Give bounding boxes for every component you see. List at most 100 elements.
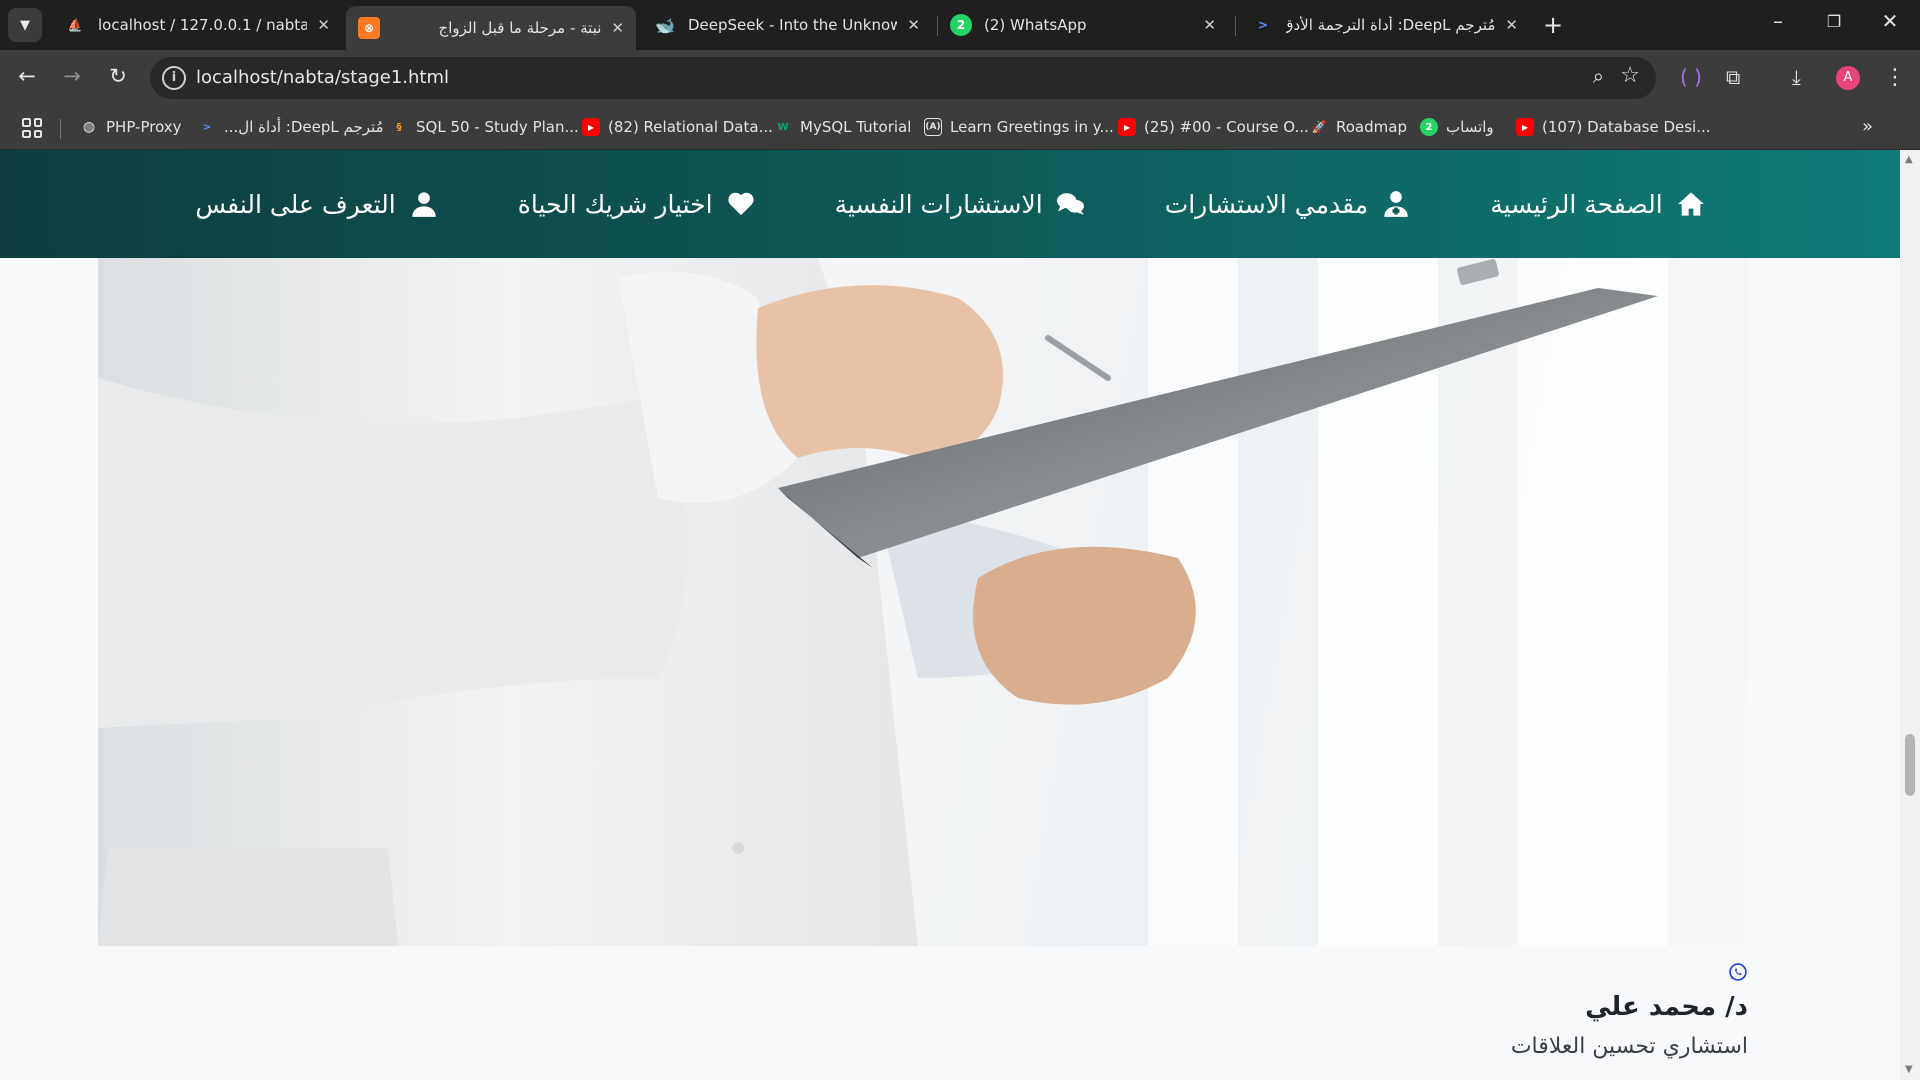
bookmark-label: مُترجم DeepL: أداة ال... — [224, 118, 384, 136]
bookmark-roadmap[interactable]: 🚀 Roadmap — [1310, 118, 1407, 136]
tab-nabta[interactable]: ⊗ نبتة - مرحلة ما قبل الزواج ✕ — [346, 6, 636, 50]
nav-label: التعرف على النفس — [195, 189, 396, 219]
apps-grid-icon[interactable] — [22, 118, 42, 138]
tab-deepl[interactable]: > مُترجم DeepL: أداة الترجمة الأدق ✕ — [1240, 6, 1530, 44]
page-viewport: التعرف على النفس اختيار شريك الحياة الاس… — [0, 150, 1920, 1080]
doctor-with-clipboard-photo — [98, 258, 1668, 946]
bookmark-relational-data[interactable]: ▶ (82) Relational Data... — [582, 118, 773, 136]
bookmark-label: (107) Database Desi... — [1542, 118, 1711, 136]
new-tab-button[interactable]: + — [1543, 12, 1563, 38]
extensions-puzzle-icon[interactable]: ⧉ — [1726, 65, 1740, 89]
youtube-icon: ▶ — [582, 118, 600, 136]
bookmarks-bar: ◍ PHP-Proxy > مُترجم DeepL: أداة ال... §… — [0, 106, 1920, 150]
back-button[interactable]: ← — [12, 64, 42, 88]
tab-phpmyadmin[interactable]: ⛵ localhost / 127.0.0.1 / nabta_db ✕ — [52, 6, 342, 44]
extension-icon[interactable]: ( ) — [1680, 65, 1702, 89]
heart-icon — [727, 192, 754, 216]
bookmark-label: SQL 50 - Study Plan... — [416, 118, 579, 136]
xampp-icon: ⊗ — [358, 17, 380, 39]
globe-icon: ◍ — [82, 119, 96, 135]
nav-self-knowledge[interactable]: التعرف على النفس — [195, 190, 437, 219]
bookmark-learn-greetings[interactable]: (A) Learn Greetings in y... — [924, 118, 1114, 136]
scrollbar-thumb[interactable] — [1905, 734, 1915, 796]
bookmark-label: واتساب — [1446, 118, 1494, 136]
tab-title: (2) WhatsApp — [984, 16, 1087, 34]
bookmark-database-design[interactable]: ▶ (107) Database Desi... — [1516, 118, 1711, 136]
youtube-icon: ▶ — [1516, 118, 1534, 136]
bookmark-label: PHP-Proxy — [106, 118, 182, 136]
chevron-double-right-icon[interactable]: » — [1862, 116, 1873, 137]
nav-label: اختيار شريك الحياة — [517, 189, 713, 219]
bookmark-label: Learn Greetings in y... — [950, 118, 1114, 136]
reload-button[interactable]: ↻ — [103, 64, 133, 88]
whatsapp-icon: 2 — [950, 14, 972, 36]
bookmark-sql50[interactable]: § SQL 50 - Study Plan... — [390, 118, 579, 136]
youtube-icon: ▶ — [1118, 118, 1136, 136]
close-icon[interactable]: ✕ — [1505, 16, 1518, 34]
tab-separator — [1235, 16, 1236, 36]
close-icon[interactable]: ✕ — [907, 16, 920, 34]
address-bar[interactable]: i localhost/nabta/stage1.html ⌕ ☆ — [150, 57, 1656, 99]
bookmark-course[interactable]: ▶ (25) #00 - Course O... — [1118, 118, 1309, 136]
tab-search-button[interactable]: ▼ — [8, 8, 42, 42]
nav-label: مقدمي الاستشارات — [1164, 189, 1369, 219]
lingo-icon: (A) — [924, 118, 942, 136]
tab-whatsapp[interactable]: 2 (2) WhatsApp ✕ — [938, 6, 1228, 44]
bookmark-star-icon[interactable]: ☆ — [1620, 63, 1640, 88]
scroll-down-arrow-icon[interactable]: ▼ — [1905, 1064, 1913, 1075]
tab-title: localhost / 127.0.0.1 / nabta_db — [98, 16, 308, 34]
nav-consultants[interactable]: مقدمي الاستشارات — [1165, 190, 1411, 219]
close-icon[interactable]: ✕ — [611, 19, 624, 37]
bookmark-php-proxy[interactable]: ◍ PHP-Proxy — [80, 118, 182, 136]
page-scrollbar[interactable]: ▲ ▼ — [1900, 150, 1920, 1080]
nav-choosing-partner[interactable]: اختيار شريك الحياة — [518, 190, 755, 219]
forward-button[interactable]: → — [57, 64, 87, 88]
leetcode-icon: § — [396, 121, 402, 133]
deepseek-icon: 🐋 — [655, 15, 675, 35]
profile-avatar[interactable]: A — [1836, 66, 1860, 90]
nav-label: الاستشارات النفسية — [834, 189, 1043, 219]
nav-psych-consultations[interactable]: الاستشارات النفسية — [835, 190, 1085, 219]
home-icon — [1677, 192, 1704, 216]
user-icon — [412, 192, 436, 217]
hero-doctor-image — [98, 258, 1748, 946]
nav-label: الصفحة الرئيسية — [1490, 189, 1663, 219]
comments-icon — [1056, 193, 1084, 215]
bookmark-mysql-tutorial[interactable]: W MySQL Tutorial — [774, 118, 911, 136]
consultant-name: د/ محمد علي — [1585, 992, 1748, 1022]
browser-toolbar: ← → ↻ i localhost/nabta/stage1.html ⌕ ☆ … — [0, 50, 1920, 106]
window-close-button[interactable]: ✕ — [1870, 9, 1910, 33]
site-info-icon[interactable]: i — [162, 66, 186, 90]
bookmark-whatsapp[interactable]: 2 واتساب — [1420, 118, 1494, 136]
nav-home[interactable]: الصفحة الرئيسية — [1490, 190, 1705, 219]
bookmark-deepl[interactable]: > مُترجم DeepL: أداة ال... — [198, 118, 384, 136]
minimize-button[interactable]: – — [1758, 9, 1798, 33]
scroll-up-arrow-icon[interactable]: ▲ — [1905, 154, 1913, 165]
consultant-title: استشاري تحسين العلاقات — [1510, 1034, 1748, 1059]
site-navbar: التعرف على النفس اختيار شريك الحياة الاس… — [0, 150, 1900, 258]
user-doctor-icon — [1384, 191, 1408, 217]
browser-tabstrip: ▼ ⛵ localhost / 127.0.0.1 / nabta_db ✕ ⊗… — [0, 0, 1920, 50]
close-icon[interactable]: ✕ — [317, 16, 330, 34]
chevron-down-icon: ▼ — [20, 17, 30, 33]
deepl-icon: > — [1257, 18, 1269, 32]
zoom-icon[interactable]: ⌕ — [1593, 64, 1604, 88]
bookmarks-separator — [60, 119, 61, 139]
whatsapp-icon: 2 — [1420, 118, 1438, 136]
tab-title: DeepSeek - Into the Unknown — [688, 16, 898, 34]
bookmark-label: (82) Relational Data... — [608, 118, 773, 136]
download-icon[interactable]: ⤓ — [1792, 65, 1801, 89]
tab-title: نبتة - مرحلة ما قبل الزواج — [438, 19, 602, 37]
bookmark-label: (25) #00 - Course O... — [1144, 118, 1309, 136]
restore-button[interactable]: ❐ — [1814, 12, 1854, 31]
menu-kebab-icon[interactable]: ⋮ — [1884, 65, 1906, 90]
w3schools-icon: W — [777, 121, 789, 133]
rocket-icon: 🚀 — [1311, 120, 1327, 134]
tab-title: مُترجم DeepL: أداة الترجمة الأدق — [1286, 16, 1496, 34]
url-text: localhost/nabta/stage1.html — [196, 67, 450, 88]
tab-deepseek[interactable]: 🐋 DeepSeek - Into the Unknown ✕ — [642, 6, 932, 44]
bookmark-label: MySQL Tutorial — [800, 118, 912, 136]
close-icon[interactable]: ✕ — [1203, 16, 1216, 34]
deepl-icon: > — [202, 121, 212, 133]
whatsapp-icon[interactable] — [1728, 962, 1748, 982]
